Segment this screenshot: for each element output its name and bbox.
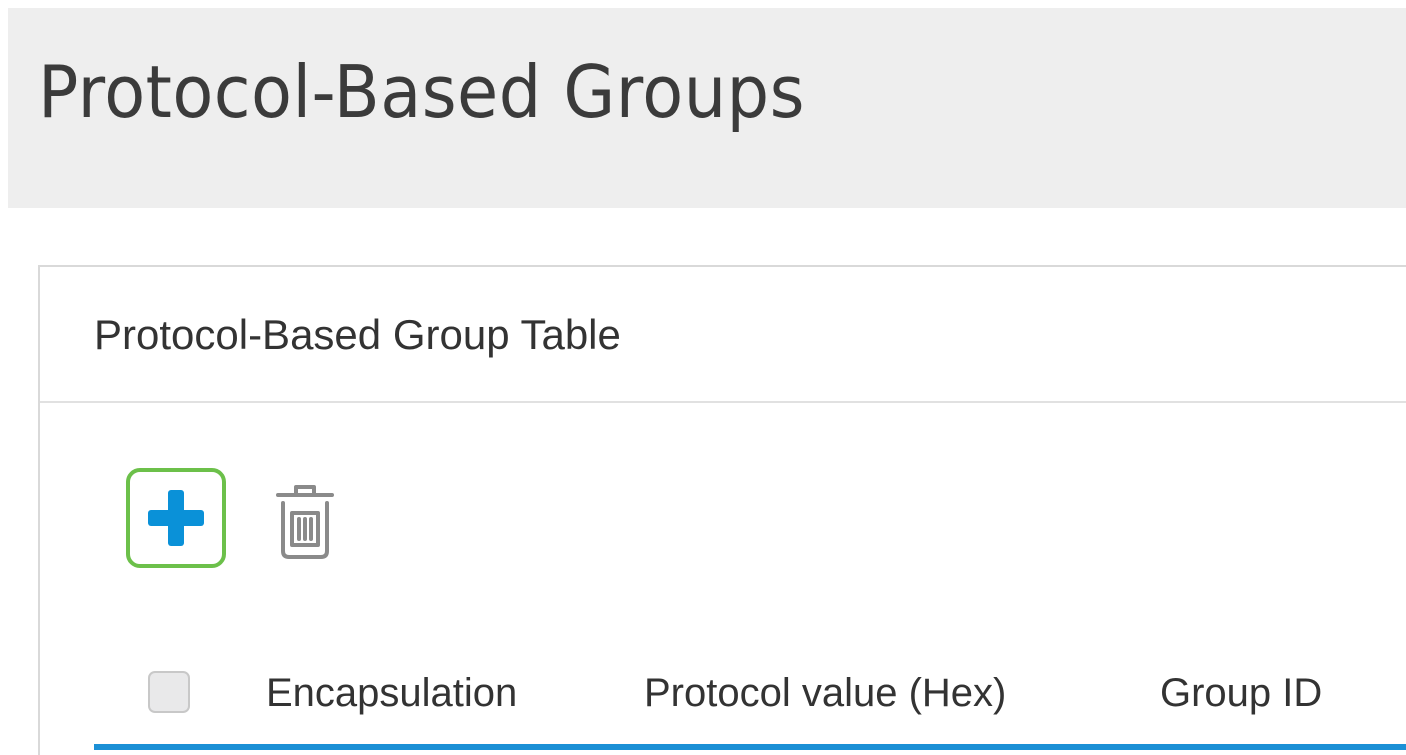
select-all-checkbox[interactable] (148, 671, 190, 713)
panel-divider (40, 401, 1406, 403)
delete-button[interactable] (272, 481, 338, 561)
table-header: Encapsulation Protocol value (Hex) Group… (40, 647, 1406, 750)
trash-icon (276, 485, 334, 559)
page: Protocol-Based Groups Protocol-Based Gro… (0, 0, 1406, 755)
add-button[interactable] (126, 468, 226, 568)
column-header-protocol-value[interactable]: Protocol value (Hex) (644, 671, 1006, 716)
column-header-group-id[interactable]: Group ID (1160, 671, 1322, 716)
plus-icon (146, 488, 206, 548)
column-header-encapsulation[interactable]: Encapsulation (266, 671, 517, 716)
page-header: Protocol-Based Groups (8, 8, 1406, 208)
group-table-panel: Protocol-Based Group Table Encapsulation… (38, 265, 1406, 755)
header-underline (94, 744, 1406, 750)
panel-title: Protocol-Based Group Table (94, 311, 621, 358)
page-title: Protocol-Based Groups (38, 50, 805, 134)
